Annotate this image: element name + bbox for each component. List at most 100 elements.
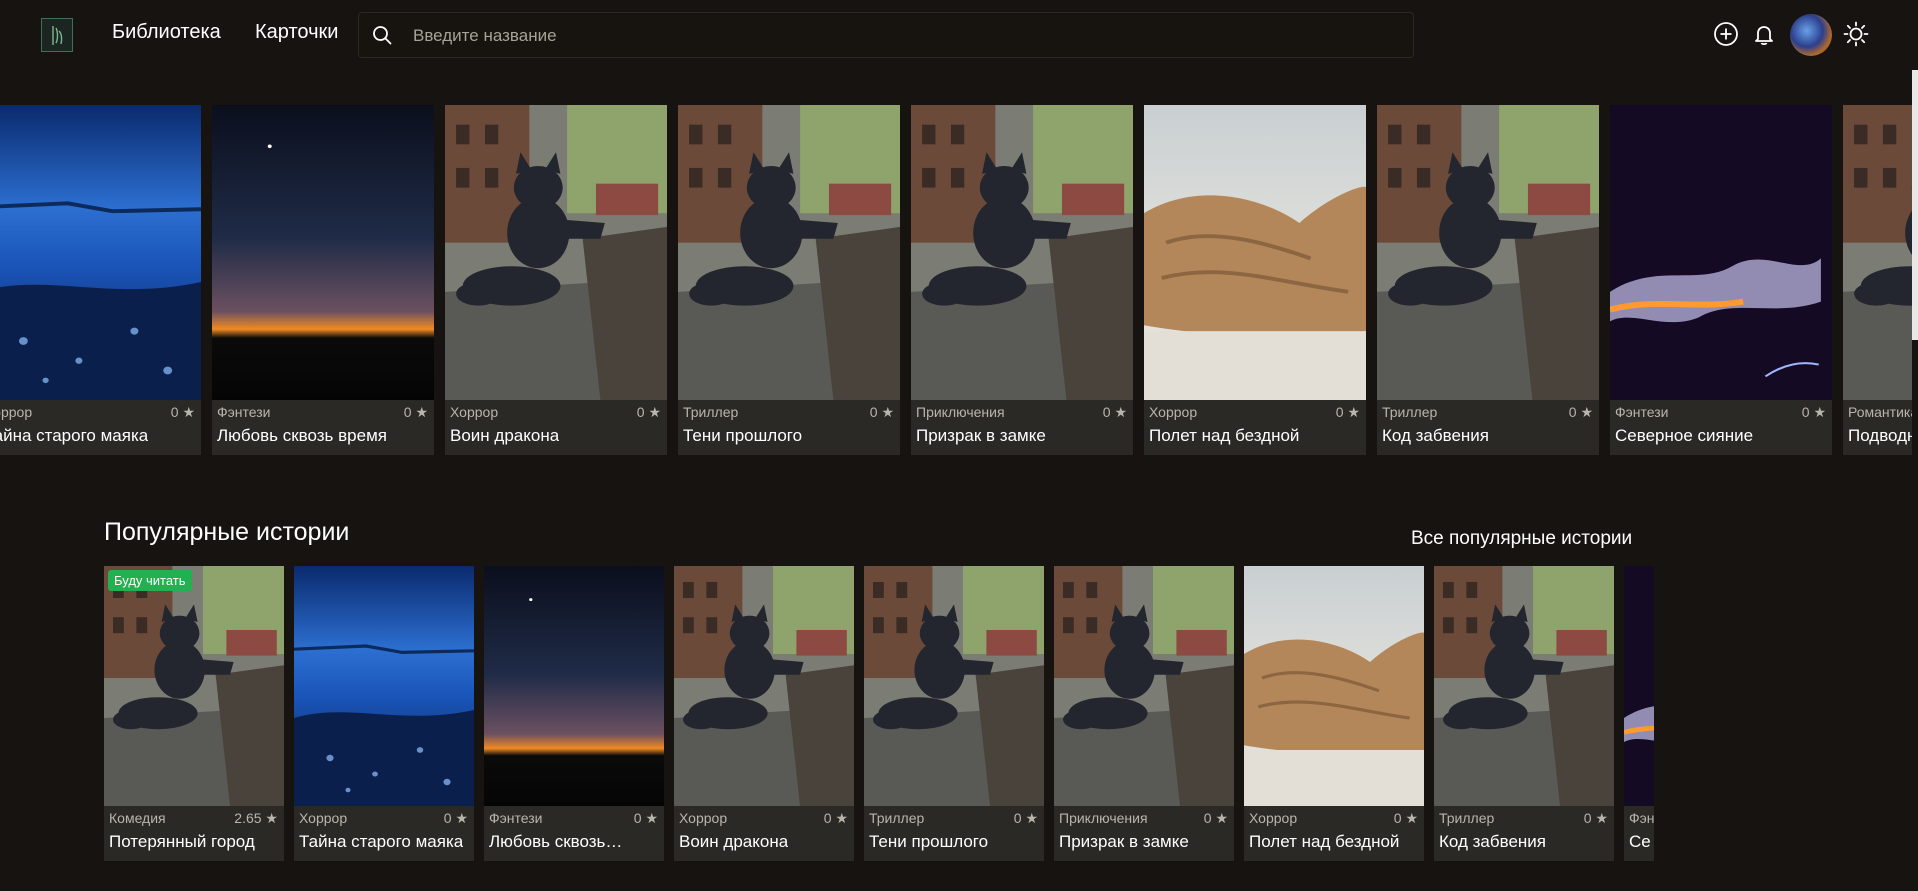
search-box	[358, 12, 1414, 59]
story-title: Тайна старого маяка	[299, 832, 464, 851]
story-cover-image	[1624, 566, 1654, 806]
story-genre: Хоррор	[450, 404, 499, 420]
story-genre: Фэнтези	[217, 404, 271, 420]
story-genre: Хоррор	[0, 404, 33, 420]
story-genre: Фэн	[1629, 810, 1654, 826]
story-rating: 0 ★	[443, 810, 468, 826]
story-genre: Комедия	[109, 810, 166, 826]
story-title: Се	[1629, 832, 1651, 851]
story-card[interactable]: Хоррор 0 ★ Тайна старого маяка	[294, 566, 474, 861]
story-card[interactable]: Фэнтези 0 ★ Северное сияние	[1610, 105, 1832, 455]
story-title: Воин дракона	[450, 426, 560, 445]
story-card[interactable]: Фэнтези 0 ★ Любовь сквозь…	[484, 566, 664, 861]
story-rating: 0 ★	[1203, 810, 1228, 826]
avatar[interactable]	[1790, 14, 1832, 56]
story-title: Призрак в замке	[916, 426, 1046, 445]
sun-icon[interactable]	[1842, 20, 1874, 52]
story-genre: Приключения	[1059, 810, 1148, 826]
story-card[interactable]: Триллер 0 ★ Тени прошлого	[678, 105, 900, 455]
story-card[interactable]: Хоррор 0 ★ Воин дракона	[674, 566, 854, 861]
popular-carousel: Комедия 2.65 ★ Потерянный город Буду читать…	[104, 566, 1654, 862]
book-logo-icon[interactable]	[41, 18, 73, 52]
story-cover-image	[294, 566, 474, 806]
story-title: Призрак в замке	[1059, 832, 1189, 851]
story-genre: Хоррор	[1249, 810, 1298, 826]
story-genre: Хоррор	[299, 810, 348, 826]
nav-library[interactable]: Библиотека	[112, 21, 221, 44]
story-rating: 0 ★	[403, 404, 428, 420]
story-cover-image	[0, 105, 201, 400]
story-card[interactable]: Романтика Подводн	[1843, 105, 1912, 455]
story-cover-image	[484, 566, 664, 806]
story-rating: 0 ★	[869, 404, 894, 420]
story-cover-image	[1144, 105, 1366, 400]
story-rating: 0 ★	[1013, 810, 1038, 826]
story-title: Любовь сквозь…	[489, 832, 623, 851]
story-rating: 0 ★	[1102, 404, 1127, 420]
story-rating: 0 ★	[633, 810, 658, 826]
story-cover-image	[1244, 566, 1424, 806]
story-card[interactable]: Триллер 0 ★ Тени прошлого	[864, 566, 1044, 861]
story-card[interactable]: Приключения 0 ★ Призрак в замке	[1054, 566, 1234, 861]
story-genre: Триллер	[683, 404, 739, 420]
story-cover-image	[1610, 105, 1832, 400]
story-title: Любовь сквозь время	[217, 426, 387, 445]
plus-circle-icon[interactable]	[1712, 20, 1744, 52]
story-genre: Хоррор	[1149, 404, 1198, 420]
story-rating: 0 ★	[1801, 404, 1826, 420]
top-bar: Библиотека Карточки	[0, 0, 1918, 72]
bell-icon[interactable]	[1750, 20, 1782, 52]
story-rating: 2.65 ★	[234, 810, 278, 826]
story-title: Подводн	[1848, 426, 1912, 445]
story-genre: Романтика	[1848, 404, 1912, 420]
featured-carousel: Хоррор 0 ★ Тайна старого маяка Фэнтези 0 ★ Лю…	[0, 105, 1912, 455]
story-card[interactable]: Хоррор 0 ★ Полет над бездной	[1244, 566, 1424, 861]
story-card[interactable]: Комедия 2.65 ★ Потерянный город Буду читать	[104, 566, 284, 861]
popular-section-title: Популярные истории	[104, 518, 350, 546]
story-rating: 0 ★	[823, 810, 848, 826]
scrollbar[interactable]	[1912, 70, 1918, 340]
story-title: Воин дракона	[679, 832, 789, 851]
see-all-popular-link[interactable]: Все популярные истории	[1411, 528, 1632, 550]
will-read-badge[interactable]: Буду читать	[108, 570, 192, 591]
story-genre: Фэнтези	[489, 810, 543, 826]
story-rating: 0 ★	[170, 404, 195, 420]
story-rating: 0 ★	[1335, 404, 1360, 420]
story-cover-image	[864, 566, 1044, 806]
story-title: Код забвения	[1382, 426, 1489, 445]
story-rating: 0 ★	[1393, 810, 1418, 826]
story-genre: Триллер	[1439, 810, 1495, 826]
story-genre: Триллер	[1382, 404, 1438, 420]
story-cover-image	[445, 105, 667, 400]
story-card[interactable]: Триллер 0 ★ Код забвения	[1377, 105, 1599, 455]
story-card[interactable]: Приключения 0 ★ Призрак в замке	[911, 105, 1133, 455]
story-card[interactable]: Триллер 0 ★ Код забвения	[1434, 566, 1614, 861]
nav-cards[interactable]: Карточки	[255, 21, 338, 44]
story-cover-image	[674, 566, 854, 806]
story-rating: 0 ★	[1583, 810, 1608, 826]
story-title: Тайна старого маяка	[0, 426, 149, 445]
story-cover-image	[1054, 566, 1234, 806]
story-cover-image	[1377, 105, 1599, 400]
story-title: Северное сияние	[1615, 426, 1754, 445]
story-cover-image	[911, 105, 1133, 400]
story-cover-image	[678, 105, 900, 400]
search-input[interactable]	[411, 13, 1395, 59]
story-card[interactable]: Фэнтези 0 ★ Любовь сквозь время	[212, 105, 434, 455]
story-card[interactable]: Фэн Се	[1624, 566, 1654, 861]
story-card[interactable]: Хоррор 0 ★ Тайна старого маяка	[0, 105, 201, 455]
search-icon	[371, 24, 393, 51]
story-rating: 0 ★	[636, 404, 661, 420]
story-cover-image	[104, 566, 284, 806]
story-title: Потерянный город	[109, 832, 255, 851]
story-card[interactable]: Хоррор 0 ★ Воин дракона	[445, 105, 667, 455]
story-genre: Хоррор	[679, 810, 728, 826]
story-title: Тени прошлого	[869, 832, 989, 851]
story-card[interactable]: Хоррор 0 ★ Полет над бездной	[1144, 105, 1366, 455]
story-cover-image	[212, 105, 434, 400]
story-title: Полет над бездной	[1249, 832, 1400, 851]
story-title: Код забвения	[1439, 832, 1546, 851]
story-rating: 0 ★	[1568, 404, 1593, 420]
story-genre: Фэнтези	[1615, 404, 1669, 420]
story-genre: Приключения	[916, 404, 1005, 420]
